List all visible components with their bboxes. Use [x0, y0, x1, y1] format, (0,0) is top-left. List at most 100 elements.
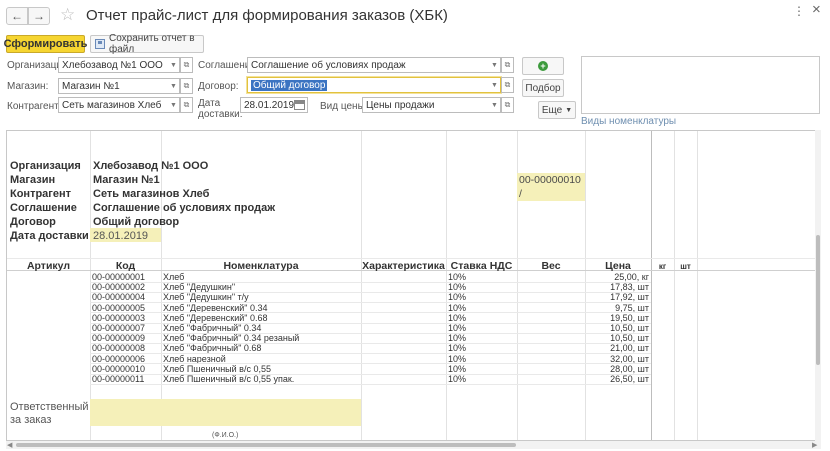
- open-link-icon[interactable]: ⧉: [180, 97, 193, 113]
- price-type-field[interactable]: Цены продажи ▼: [362, 97, 501, 113]
- nomenclature-types-list[interactable]: [581, 56, 820, 114]
- add-icon: +: [538, 61, 548, 71]
- close-icon[interactable]: ×: [812, 1, 821, 18]
- col-characteristic: Характеристика: [362, 260, 445, 272]
- dropdown-icon[interactable]: ▼: [489, 98, 500, 112]
- col-kg: кг: [658, 262, 667, 271]
- menu-dots-icon[interactable]: ⋮: [793, 4, 805, 18]
- open-link-icon[interactable]: ⧉: [501, 97, 514, 113]
- info-value: Соглашение об условиях продаж: [93, 202, 275, 214]
- counterparty-label: Контрагент:: [7, 101, 62, 112]
- row-price: 17,83, шт: [610, 282, 649, 293]
- responsible-label-2: за заказ: [10, 414, 52, 426]
- row-code: 00-00000007: [92, 323, 146, 333]
- row-price: 17,92, шт: [610, 292, 649, 303]
- row-nomenclature: Хлеб "Дедушкин": [163, 282, 236, 293]
- price-type-value: Цены продажи: [366, 99, 435, 111]
- delivery-date-field[interactable]: 28.01.2019: [240, 97, 308, 113]
- info-value: Сеть магазинов Хлеб: [93, 188, 210, 200]
- info-value: Хлебозавод №1 ООО: [93, 160, 209, 172]
- dropdown-icon[interactable]: ▼: [489, 78, 500, 92]
- chevron-down-icon: ▼: [565, 106, 573, 114]
- col-article: Артикул: [26, 260, 71, 272]
- row-code: 00-00000006: [92, 353, 146, 364]
- info-label: Магазин: [10, 174, 56, 186]
- row-price: 32,00, шт: [610, 353, 649, 364]
- row-price: 9,75, шт: [615, 302, 649, 313]
- col-pcs: шт: [680, 262, 691, 271]
- open-link-icon[interactable]: ⧉: [501, 57, 514, 73]
- favorite-star-icon[interactable]: ☆: [60, 5, 75, 25]
- row-nomenclature: Хлеб "Фабричный" 0.34: [163, 323, 262, 333]
- contract-value: Общий договор: [251, 79, 328, 91]
- row-nomenclature: Хлеб "Фабричный" 0.34 резаный: [163, 333, 300, 344]
- open-link-icon[interactable]: ⧉: [180, 57, 193, 73]
- dropdown-icon[interactable]: ▼: [168, 58, 179, 72]
- side-code: 00-00000010: [519, 174, 581, 186]
- horizontal-scrollbar[interactable]: ◀ ▶: [6, 441, 821, 449]
- scroll-right-icon[interactable]: ▶: [812, 441, 817, 449]
- add-button[interactable]: +: [522, 57, 564, 75]
- row-code: 00-00000005: [92, 302, 146, 313]
- open-link-icon[interactable]: ⧉: [501, 77, 514, 93]
- window-title: Отчет прайс-лист для формирования заказо…: [86, 7, 448, 24]
- counterparty-value: Сеть магазинов Хлеб: [62, 99, 162, 111]
- row-code: 00-00000001: [92, 272, 146, 282]
- back-arrow-icon[interactable]: ←: [6, 7, 28, 25]
- responsible-input-cell[interactable]: [90, 399, 361, 426]
- shop-field[interactable]: Магазин №1 ▼: [58, 78, 180, 94]
- row-code: 00-00000003: [92, 312, 146, 323]
- col-price: Цена: [605, 260, 631, 272]
- open-link-icon[interactable]: ⧉: [180, 78, 193, 94]
- col-weight: Вес: [541, 260, 561, 272]
- calendar-icon[interactable]: [294, 100, 305, 110]
- row-nomenclature: Хлеб "Дедушкин" т/у: [163, 292, 249, 303]
- row-vat: 10%: [448, 312, 467, 323]
- row-nomenclature: Хлеб нарезной: [163, 353, 226, 364]
- row-price: 19,50, шт: [610, 312, 649, 323]
- row-nomenclature: Хлеб Пшеничный в/с 0,55: [163, 363, 271, 374]
- save-report-button[interactable]: Сохранить отчет в файл: [90, 33, 204, 55]
- vertical-scrollbar[interactable]: [815, 130, 821, 441]
- dropdown-icon[interactable]: ▼: [168, 98, 179, 112]
- generate-button[interactable]: Сформировать: [4, 35, 87, 53]
- row-vat: 10%: [448, 302, 467, 313]
- row-price: 28,00, шт: [610, 363, 649, 374]
- info-label: Соглашение: [10, 202, 77, 214]
- info-label: Контрагент: [10, 188, 72, 200]
- save-report-label: Сохранить отчет в файл: [109, 33, 195, 55]
- responsible-label-1: Ответственный: [10, 401, 89, 413]
- row-price: 10,50, шт: [610, 333, 649, 344]
- info-label: Дата доставки: [10, 230, 89, 242]
- more-button[interactable]: Еще ▼: [538, 101, 576, 119]
- scroll-left-icon[interactable]: ◀: [7, 441, 12, 449]
- row-vat: 10%: [448, 292, 467, 303]
- agreement-field[interactable]: Соглашение об условиях продаж ▼: [247, 57, 501, 73]
- row-price: 25,00, кг: [614, 272, 649, 282]
- report-spreadsheet[interactable]: Организация Хлебозавод №1 ООО Магазин Магаз…: [6, 130, 821, 441]
- col-vat: Ставка НДС: [450, 260, 513, 272]
- delivery-date-label-1: Дата: [198, 98, 221, 109]
- side-slash: /: [519, 188, 522, 200]
- row-vat: 10%: [448, 374, 467, 384]
- row-vat: 10%: [448, 282, 467, 293]
- price-type-label: Вид цены:: [320, 101, 368, 112]
- shop-label: Магазин:: [7, 81, 49, 92]
- shop-value: Магазин №1: [62, 80, 120, 92]
- row-vat: 10%: [448, 272, 467, 282]
- organization-field[interactable]: Хлебозавод №1 ООО ▼: [58, 57, 180, 73]
- fio-caption: (Ф.И.О.): [212, 432, 239, 439]
- info-label: Договор: [10, 216, 56, 228]
- info-value: Общий договор: [93, 216, 180, 228]
- dropdown-icon[interactable]: ▼: [168, 79, 179, 93]
- floppy-disk-icon: [95, 39, 105, 49]
- forward-arrow-icon[interactable]: →: [28, 7, 50, 25]
- col-code: Код: [115, 260, 136, 272]
- info-value: 28.01.2019: [93, 230, 149, 242]
- pick-button[interactable]: Подбор: [522, 79, 564, 97]
- row-nomenclature: Хлеб: [163, 272, 185, 282]
- contract-field[interactable]: Общий договор ▼: [247, 77, 501, 93]
- counterparty-field[interactable]: Сеть магазинов Хлеб ▼: [58, 97, 180, 113]
- row-vat: 10%: [448, 363, 467, 374]
- dropdown-icon[interactable]: ▼: [489, 58, 500, 72]
